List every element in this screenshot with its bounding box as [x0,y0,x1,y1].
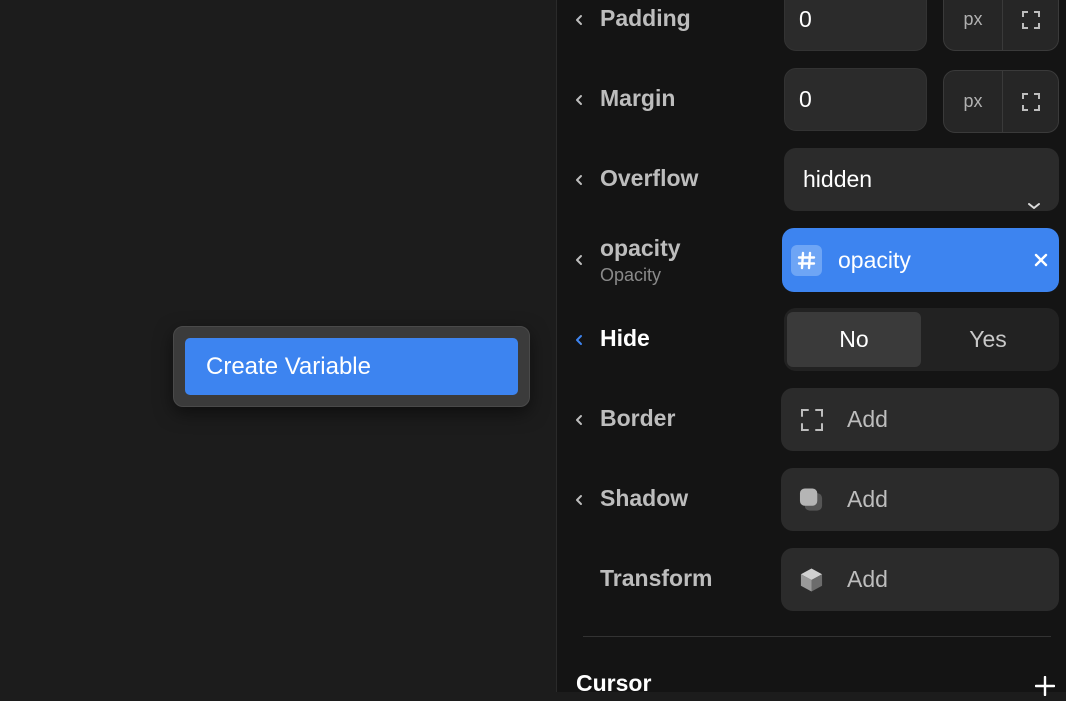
margin-row: Margin 0 px [557,68,1066,148]
expand-sides-icon[interactable] [1003,0,1058,50]
chevron-left-icon[interactable] [572,413,586,427]
hide-row: Hide No Yes [557,308,1066,388]
transform-row: Transform Add [557,548,1066,628]
padding-input[interactable]: 0 [784,0,927,51]
add-shadow-label: Add [847,486,888,512]
border-row: Border Add [557,388,1066,468]
opacity-sublabel: Opacity [600,265,662,285]
add-border-button[interactable]: Add [781,388,1059,451]
chevron-left-icon[interactable] [572,333,586,347]
border-label: Border [600,405,676,431]
padding-label: Padding [600,5,691,31]
opacity-row: opacity Opacity opacity [557,228,1066,308]
hide-option-yes[interactable]: Yes [921,312,1055,367]
expand-sides-icon[interactable] [1003,71,1058,132]
add-border-label: Add [847,406,888,432]
cursor-section-title: Cursor [576,670,652,696]
context-menu: Create Variable [173,326,530,407]
shadow-icon [799,487,824,512]
add-transform-button[interactable]: Add [781,548,1059,611]
canvas-area: Create Variable [0,0,556,692]
shadow-row: Shadow Add [557,468,1066,548]
add-shadow-button[interactable]: Add [781,468,1059,531]
chevron-left-icon[interactable] [572,173,586,187]
margin-input[interactable]: 0 [784,68,927,131]
hash-icon [791,245,822,276]
plus-icon[interactable] [1034,675,1056,697]
chevron-left-icon[interactable] [572,93,586,107]
padding-unit-select[interactable]: px [944,0,1002,50]
chevron-left-icon[interactable] [572,253,586,267]
shadow-label: Shadow [600,485,689,511]
create-variable-menu-item[interactable]: Create Variable [185,338,518,395]
hide-label: Hide [600,325,650,351]
transform-label: Transform [600,565,713,591]
overflow-select[interactable]: hidden [784,148,1059,211]
chevron-down-icon [1027,172,1041,235]
overflow-label: Overflow [600,165,699,191]
chevron-left-icon[interactable] [572,493,586,507]
close-icon[interactable] [1031,250,1051,270]
opacity-variable-chip[interactable]: opacity [782,228,1059,292]
padding-row: Padding 0 px [557,0,1066,68]
margin-unit-select[interactable]: px [944,71,1002,132]
margin-label: Margin [600,85,676,111]
overflow-value: hidden [803,166,873,192]
hide-option-no[interactable]: No [787,312,921,367]
chevron-left-icon[interactable] [572,13,586,27]
padding-unit-box: px [943,0,1059,51]
section-divider [583,636,1051,637]
border-icon [799,407,824,432]
margin-unit-box: px [943,70,1059,133]
overflow-row: Overflow hidden [557,148,1066,228]
opacity-variable-name: opacity [838,247,911,273]
opacity-label: opacity [600,235,681,261]
style-panel: Padding 0 px Margin 0 px Overflow hidden… [556,0,1066,697]
cube-icon [799,567,824,592]
hide-segmented-control: No Yes [784,308,1059,371]
add-transform-label: Add [847,566,888,592]
